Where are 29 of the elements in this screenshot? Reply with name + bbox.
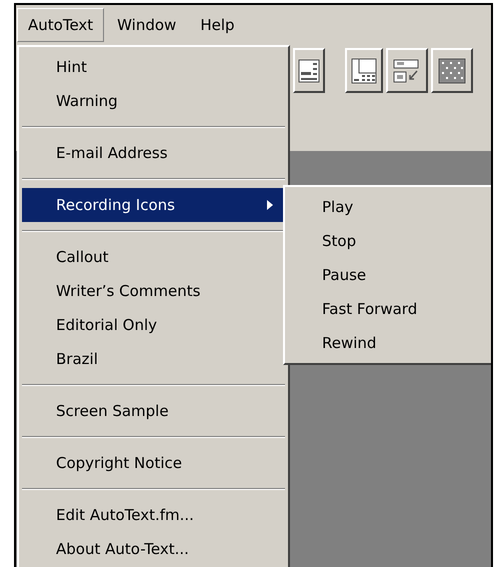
toolbar-button[interactable]	[386, 48, 428, 93]
menu-bar-item[interactable]: AutoText	[17, 8, 104, 42]
menu-bar-item[interactable]: Help	[189, 8, 246, 42]
menu-bar-item[interactable]: Window	[106, 8, 188, 42]
menu-item[interactable]: Copyright Notice	[22, 446, 285, 480]
menu-item[interactable]: Callout	[22, 240, 285, 274]
menu-item[interactable]: Hint	[22, 50, 285, 84]
menu-item[interactable]: About Auto-Text...	[22, 532, 285, 566]
menu-item[interactable]: Warning	[22, 84, 285, 118]
menu-item[interactable]: Writer’s Comments	[22, 274, 285, 308]
menu-item[interactable]: Screen Sample	[22, 394, 285, 428]
submenu-arrow-icon	[267, 200, 273, 210]
menu-item[interactable]: Recording Icons	[22, 188, 285, 222]
menu-item[interactable]: E-mail Address	[22, 136, 285, 170]
frames-arrow-icon	[393, 58, 421, 84]
menu-item[interactable]: Pause	[288, 258, 491, 292]
menu-item[interactable]: Edit AutoText.fm...	[22, 498, 285, 532]
menu-item[interactable]: Rewind	[288, 326, 491, 360]
toolbar-button[interactable]	[345, 48, 383, 93]
grid-icon	[351, 58, 377, 84]
menu-item[interactable]: Stop	[288, 224, 491, 258]
menu-item[interactable]: Play	[288, 190, 491, 224]
menu-item[interactable]: Fast Forward	[288, 292, 491, 326]
menu-item[interactable]: Brazil	[22, 342, 285, 376]
toolbar-button[interactable]	[431, 48, 473, 93]
table-icon	[298, 58, 320, 82]
dots-icon	[438, 58, 466, 84]
menu-item[interactable]: Editorial Only	[22, 308, 285, 342]
toolbar-button[interactable]	[293, 48, 325, 93]
